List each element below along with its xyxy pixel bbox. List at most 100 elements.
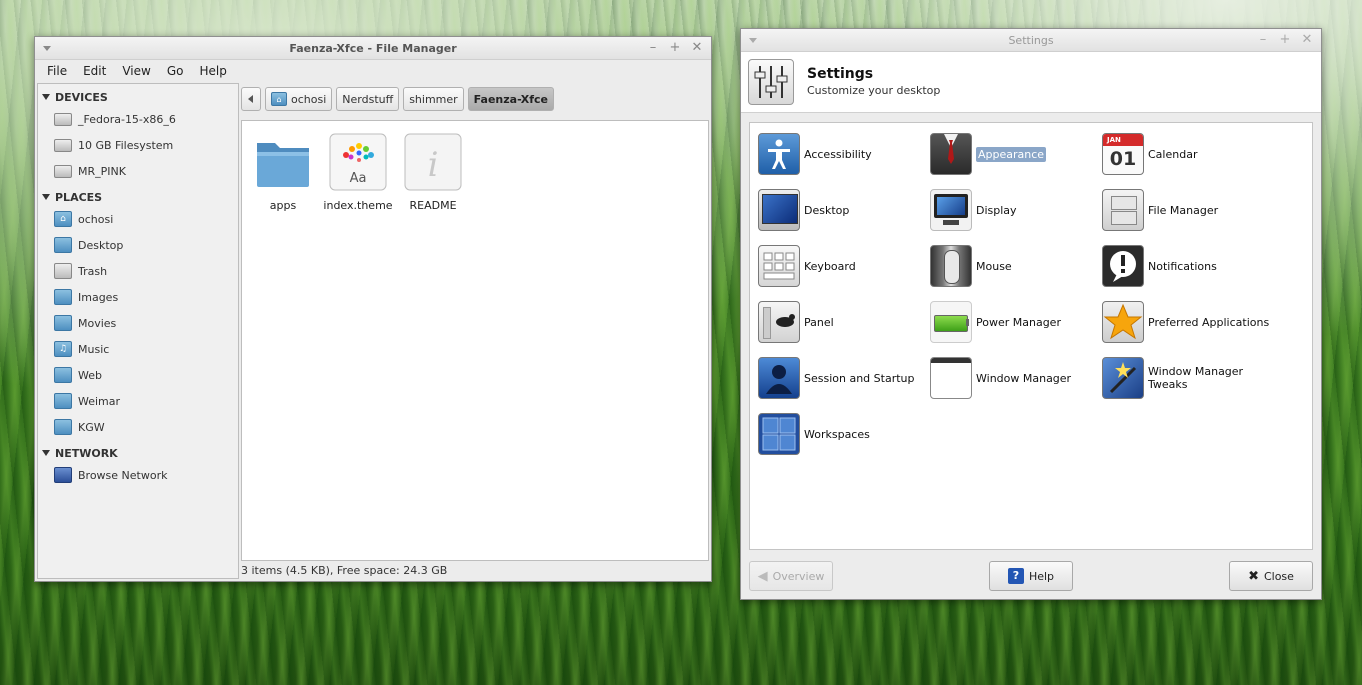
minimize-icon[interactable]: – — [645, 40, 661, 56]
info-document-icon: i — [404, 133, 462, 191]
settings-item-file-manager[interactable]: File Manager — [1102, 187, 1274, 233]
file-manager-window: Faenza-Xfce - File Manager – + ✕ File Ed… — [34, 36, 712, 582]
accessibility-icon — [758, 133, 800, 175]
sidebar-item-desktop[interactable]: Desktop — [38, 232, 238, 258]
sidebar-item-fedora[interactable]: _Fedora-15-x86_6 — [38, 106, 238, 132]
settings-item-mouse[interactable]: Mouse — [930, 243, 1102, 289]
back-arrow-icon: ◀ — [757, 568, 768, 584]
home-folder-icon: ⌂ — [54, 211, 72, 227]
window-icon — [930, 357, 972, 399]
appearance-label: Appearance — [976, 146, 1047, 162]
sidebar-item-trash[interactable]: Trash — [38, 258, 238, 284]
calendar-month: JAN — [1103, 134, 1143, 146]
sidebar-item-filesystem[interactable]: 10 GB Filesystem — [38, 132, 238, 158]
settings-item-session-and-startup[interactable]: Session and Startup — [758, 355, 930, 401]
settings-item-window-manager[interactable]: Window Manager — [930, 355, 1102, 401]
sidebar-item-kgw[interactable]: KGW — [38, 414, 238, 440]
close-icon[interactable]: ✕ — [1299, 32, 1315, 48]
close-x-icon: ✖ — [1248, 568, 1259, 584]
tweaks-wand-icon — [1102, 357, 1144, 399]
session-user-icon — [758, 357, 800, 399]
font-theme-icon: Aa — [329, 133, 387, 191]
settings-item-appearance[interactable]: Appearance — [930, 131, 1102, 177]
menu-edit[interactable]: Edit — [75, 64, 114, 78]
path-button-nerdstuff[interactable]: Nerdstuff — [336, 87, 400, 111]
file-item-readme[interactable]: i README — [397, 133, 469, 212]
star-icon — [1102, 301, 1144, 343]
sidebar-item-mr-pink[interactable]: MR_PINK — [38, 158, 238, 184]
sidebar-item-weimar[interactable]: Weimar — [38, 388, 238, 414]
expander-icon — [42, 450, 50, 456]
sidebar-item-ochosi[interactable]: ⌂ ochosi — [38, 206, 238, 232]
keyboard-icon — [758, 245, 800, 287]
notification-bubble-icon — [1102, 245, 1144, 287]
close-button[interactable]: ✖ Close — [1229, 561, 1313, 591]
help-button[interactable]: ? Help — [989, 561, 1073, 591]
sidebar-item-music[interactable]: ♫ Music — [38, 336, 238, 362]
usb-drive-icon — [54, 164, 72, 178]
file-item-index-theme[interactable]: Aa index.theme — [322, 133, 394, 212]
calendar-day: 01 — [1109, 148, 1137, 170]
settings-item-window-manager-tweaks[interactable]: Window Manager Tweaks — [1102, 355, 1274, 401]
close-icon[interactable]: ✕ — [689, 40, 705, 56]
settings-item-power-manager[interactable]: Power Manager — [930, 299, 1102, 345]
sidebar-item-movies[interactable]: Movies — [38, 310, 238, 336]
path-button-faenza-xfce[interactable]: Faenza-Xfce — [467, 87, 554, 111]
settings-item-notifications[interactable]: Notifications — [1102, 243, 1274, 289]
path-back-button[interactable] — [241, 87, 261, 111]
menu-view[interactable]: View — [114, 64, 158, 78]
settings-item-panel[interactable]: Panel — [758, 299, 930, 345]
desktop-folder-icon — [54, 237, 72, 253]
mouse-icon — [930, 245, 972, 287]
sidebar-item-web[interactable]: Web — [38, 362, 238, 388]
settings-sliders-icon — [748, 59, 794, 105]
svg-text:i: i — [428, 145, 439, 185]
expander-icon — [42, 194, 50, 200]
panel-mouse-icon — [758, 301, 800, 343]
places-header[interactable]: PLACES — [38, 184, 238, 206]
menu-go[interactable]: Go — [159, 64, 192, 78]
menu-file[interactable]: File — [39, 64, 75, 78]
path-button-ochosi[interactable]: ⌂ ochosi — [265, 87, 333, 111]
sidebar-item-images[interactable]: Images — [38, 284, 238, 310]
settings-grid: Accessibility Appearance JAN 01 Calendar… — [749, 122, 1313, 550]
settings-item-preferred-applications[interactable]: Preferred Applications — [1102, 299, 1274, 345]
folder-icon — [54, 419, 72, 435]
trash-icon — [54, 263, 72, 279]
path-bar: ⌂ ochosi Nerdstuff shimmer Faenza-Xfce — [241, 86, 707, 112]
settings-header: Settings Customize your desktop — [741, 52, 1321, 113]
settings-item-accessibility[interactable]: Accessibility — [758, 131, 930, 177]
help-icon: ? — [1007, 568, 1024, 584]
window-title: Faenza-Xfce - File Manager — [289, 42, 457, 55]
chevron-left-icon — [248, 95, 253, 103]
settings-item-calendar[interactable]: JAN 01 Calendar — [1102, 131, 1274, 177]
file-manager-titlebar[interactable]: Faenza-Xfce - File Manager – + ✕ — [35, 37, 711, 60]
file-cabinet-icon — [1102, 189, 1144, 231]
settings-titlebar[interactable]: Settings – + ✕ — [741, 29, 1321, 52]
movies-folder-icon — [54, 315, 72, 331]
devices-header[interactable]: DEVICES — [38, 84, 238, 106]
file-view[interactable]: apps Aa index.theme i README — [241, 120, 709, 561]
settings-item-desktop[interactable]: Desktop — [758, 187, 930, 233]
maximize-icon[interactable]: + — [667, 40, 683, 56]
settings-item-workspaces[interactable]: Workspaces — [758, 411, 930, 457]
battery-icon — [930, 301, 972, 343]
drive-icon — [54, 138, 72, 152]
maximize-icon[interactable]: + — [1277, 32, 1293, 48]
file-item-apps[interactable]: apps — [247, 133, 319, 212]
calendar-icon: JAN 01 — [1102, 133, 1144, 175]
network-header[interactable]: NETWORK — [38, 440, 238, 462]
workspaces-grid-icon — [758, 413, 800, 455]
settings-window: Settings – + ✕ Settings Customize your d… — [740, 28, 1322, 600]
path-button-shimmer[interactable]: shimmer — [403, 87, 464, 111]
sidebar: DEVICES _Fedora-15-x86_6 10 GB Filesyste… — [37, 83, 239, 579]
menu-help[interactable]: Help — [191, 64, 234, 78]
settings-item-keyboard[interactable]: Keyboard — [758, 243, 930, 289]
status-bar: 3 items (4.5 KB), Free space: 24.3 GB — [241, 564, 448, 577]
settings-item-display[interactable]: Display — [930, 187, 1102, 233]
images-folder-icon — [54, 289, 72, 305]
minimize-icon[interactable]: – — [1255, 32, 1271, 48]
sidebar-item-browse-network[interactable]: Browse Network — [38, 462, 238, 488]
overview-button[interactable]: ◀ Overview — [749, 561, 833, 591]
folder-icon — [54, 393, 72, 409]
